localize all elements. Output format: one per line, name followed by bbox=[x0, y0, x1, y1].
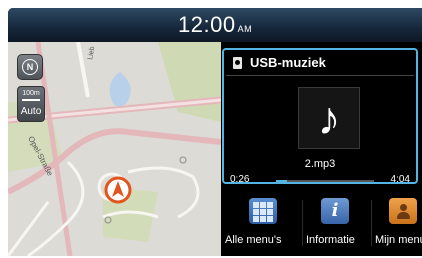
quick-menu-bar: Alle menu's i Informatie Mijn menu bbox=[222, 190, 422, 256]
usb-icon bbox=[233, 57, 242, 69]
grid-icon bbox=[249, 198, 277, 224]
status-bar: 12:00 AM bbox=[8, 8, 422, 42]
head-unit-screen: 12:00 AM Opel-Straße Lieb N 100m Auto US… bbox=[8, 8, 422, 256]
clock-time: 12:00 bbox=[178, 12, 236, 37]
progress-fill bbox=[276, 180, 287, 182]
menu-label: Informatie bbox=[306, 234, 355, 246]
total-time: 4:04 bbox=[390, 174, 410, 185]
map-scale-button[interactable]: 100m Auto bbox=[17, 86, 45, 122]
menu-label: Alle menu's bbox=[225, 234, 282, 246]
progress-bar[interactable] bbox=[276, 180, 374, 182]
vehicle-position-icon bbox=[104, 176, 132, 204]
scale-bar bbox=[22, 99, 40, 101]
clock: 12:00 AM bbox=[178, 12, 252, 38]
info-icon: i bbox=[321, 198, 349, 224]
elapsed-time: 0:26 bbox=[230, 174, 250, 185]
menu-my-menu-button[interactable]: Mijn menu bbox=[372, 190, 422, 256]
user-icon bbox=[389, 198, 417, 224]
menu-all-menus-button[interactable]: Alle menu's bbox=[222, 190, 302, 256]
navigation-map[interactable]: Opel-Straße Lieb N 100m Auto bbox=[8, 42, 221, 256]
clock-ampm: AM bbox=[237, 24, 253, 34]
music-note-icon: ♪ bbox=[298, 87, 360, 149]
divider bbox=[226, 75, 414, 76]
media-widget[interactable]: USB-muziek ♪ 2.mp3 0:26 4:04 bbox=[222, 48, 418, 185]
menu-label: Mijn menu bbox=[375, 234, 422, 246]
track-filename: 2.mp3 bbox=[304, 158, 336, 170]
zoom-mode: Auto bbox=[20, 106, 42, 117]
media-source-title: USB-muziek bbox=[250, 55, 326, 70]
compass-icon: N bbox=[22, 59, 38, 75]
menu-information-button[interactable]: i Informatie bbox=[303, 190, 371, 256]
compass-button[interactable]: N bbox=[17, 54, 43, 80]
scale-distance: 100m bbox=[22, 90, 40, 97]
